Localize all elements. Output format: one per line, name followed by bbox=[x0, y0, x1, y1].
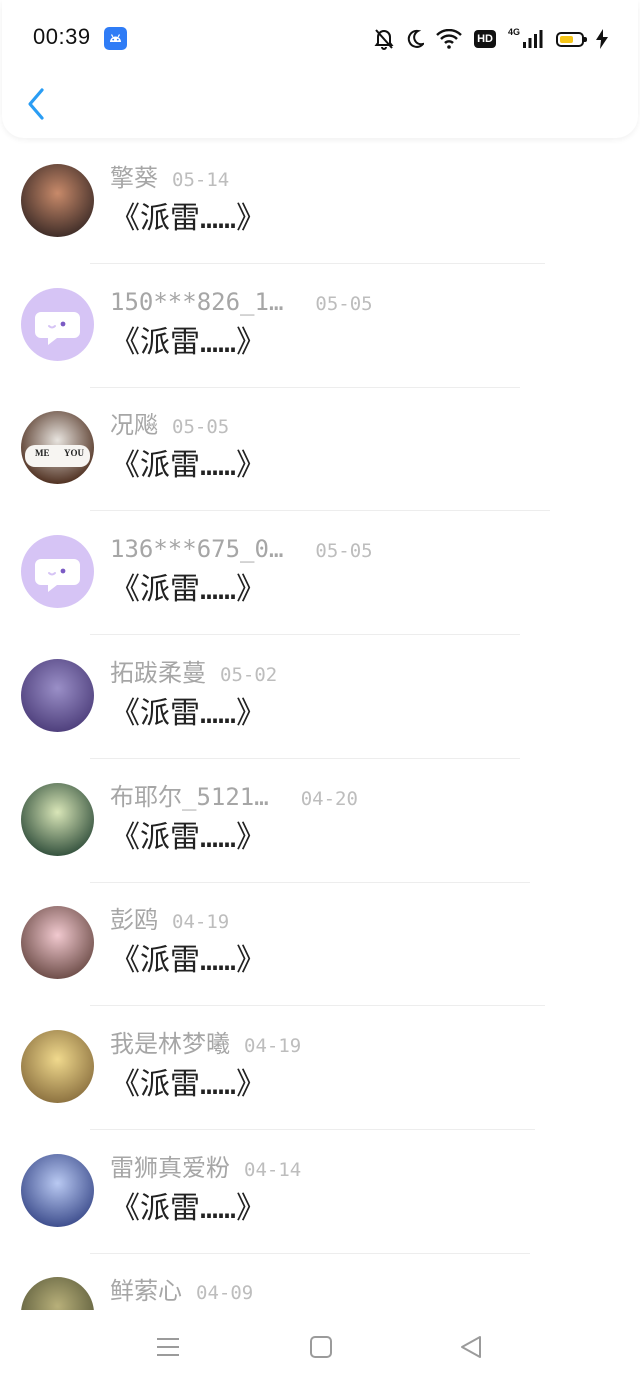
list-item[interactable]: 拓跋柔蔓 05-02 《派雷……》 bbox=[0, 652, 640, 776]
name-line: 况飚 05-05 bbox=[110, 410, 229, 440]
message-preview: 《派雷……》 bbox=[110, 695, 267, 731]
hd-icon: HD bbox=[474, 30, 496, 48]
avatar[interactable] bbox=[21, 1153, 94, 1227]
wifi-icon bbox=[436, 29, 462, 49]
divider bbox=[90, 1252, 530, 1254]
system-nav-bar bbox=[0, 1310, 640, 1387]
name-line: 彭鸥 04-19 bbox=[110, 905, 229, 935]
user-name[interactable]: 雷狮真爱粉 bbox=[110, 1154, 230, 1182]
list-item[interactable]: 鲜萦心 04-09 bbox=[0, 1270, 640, 1310]
avatar[interactable] bbox=[21, 1029, 94, 1103]
message-preview: 《派雷……》 bbox=[110, 201, 267, 236]
menu-icon bbox=[157, 1338, 179, 1356]
list-item[interactable]: 彭鸥 04-19 《派雷……》 bbox=[0, 899, 640, 1023]
divider bbox=[90, 510, 550, 512]
default-avatar-icon bbox=[35, 559, 80, 593]
message-date: 04-19 bbox=[172, 911, 230, 934]
battery-icon bbox=[556, 31, 587, 47]
mug-text-right: YOU bbox=[64, 448, 84, 459]
avatar[interactable] bbox=[21, 287, 94, 361]
system-back-button[interactable] bbox=[458, 1334, 484, 1364]
message-date: 04-20 bbox=[300, 787, 358, 810]
avatar[interactable] bbox=[21, 906, 94, 980]
avatar[interactable] bbox=[21, 782, 94, 856]
message-preview: 《派雷……》 bbox=[110, 448, 267, 484]
name-line: 136***675_0… 05-05 bbox=[110, 534, 373, 564]
message-preview: 《派雷……》 bbox=[110, 943, 267, 979]
divider bbox=[90, 881, 530, 883]
chevron-left-icon bbox=[28, 88, 44, 120]
user-name[interactable]: 我是林梦曦 bbox=[110, 1030, 230, 1058]
android-app-icon bbox=[104, 27, 127, 50]
name-line: 擎葵 05-14 bbox=[110, 163, 229, 193]
divider bbox=[90, 386, 520, 388]
home-square-icon bbox=[310, 1336, 332, 1358]
mute-bell-icon bbox=[374, 29, 394, 50]
divider bbox=[90, 757, 520, 759]
status-icons: HD 4G bbox=[374, 26, 608, 52]
name-line: 布耶尔_5121… 04-20 bbox=[110, 782, 358, 812]
user-name[interactable]: 150***826_1… bbox=[110, 288, 283, 316]
name-line: 雷狮真爱粉 04-14 bbox=[110, 1153, 301, 1183]
moon-icon bbox=[407, 29, 425, 48]
home-button[interactable] bbox=[308, 1334, 334, 1364]
message-preview: 《派雷……》 bbox=[110, 1190, 267, 1226]
message-date: 04-14 bbox=[244, 1158, 302, 1181]
list-item[interactable]: 擎葵 05-14 《派雷……》 bbox=[0, 157, 640, 281]
divider bbox=[90, 1005, 545, 1007]
avatar[interactable] bbox=[21, 1277, 94, 1310]
default-avatar-icon bbox=[35, 311, 80, 345]
list-item[interactable]: 我是林梦曦 04-19 《派雷……》 bbox=[0, 1023, 640, 1147]
list-item[interactable]: ME YOU 况飚 05-05 《派雷……》 bbox=[0, 404, 640, 528]
divider bbox=[90, 1128, 535, 1130]
menu-button[interactable] bbox=[155, 1334, 181, 1364]
list-item[interactable]: 136***675_0… 05-05 《派雷……》 bbox=[0, 528, 640, 652]
name-line: 鲜萦心 04-09 bbox=[110, 1276, 253, 1306]
message-preview: 《派雷……》 bbox=[110, 819, 267, 855]
user-name[interactable]: 拓跋柔蔓 bbox=[110, 659, 206, 687]
user-name[interactable]: 136***675_0… bbox=[110, 535, 283, 563]
divider bbox=[90, 263, 545, 264]
screen: 00:39 HD 4G 擎葵 05-14 《派雷……》 150***826_1…… bbox=[0, 0, 640, 1387]
avatar[interactable]: ME YOU bbox=[21, 411, 94, 485]
user-name[interactable]: 况飚 bbox=[110, 411, 158, 439]
mug-text-left: ME bbox=[35, 448, 50, 459]
list-item[interactable]: 150***826_1… 05-05 《派雷……》 bbox=[0, 281, 640, 405]
message-date: 05-02 bbox=[220, 663, 278, 686]
message-date: 05-05 bbox=[315, 292, 373, 315]
message-date: 04-19 bbox=[244, 1034, 302, 1057]
name-line: 拓跋柔蔓 05-02 bbox=[110, 658, 277, 688]
name-line: 150***826_1… 05-05 bbox=[110, 287, 373, 317]
avatar[interactable] bbox=[21, 164, 94, 237]
list-item[interactable]: 雷狮真爱粉 04-14 《派雷……》 bbox=[0, 1147, 640, 1271]
network-label: 4G bbox=[507, 27, 520, 37]
conversation-list: 擎葵 05-14 《派雷……》 150***826_1… 05-05 《派雷……》 ME YO… bbox=[0, 140, 640, 1310]
back-button[interactable] bbox=[22, 84, 54, 124]
header: 00:39 HD 4G bbox=[2, 0, 638, 138]
user-name[interactable]: 擎葵 bbox=[110, 164, 158, 192]
user-name[interactable]: 鲜萦心 bbox=[110, 1277, 182, 1305]
user-name[interactable]: 布耶尔_5121… bbox=[110, 783, 269, 811]
message-date: 05-14 bbox=[172, 169, 230, 191]
status-time: 00:39 bbox=[33, 24, 91, 49]
back-triangle-icon bbox=[461, 1336, 481, 1358]
user-name[interactable]: 彭鸥 bbox=[110, 906, 158, 934]
message-date: 04-09 bbox=[196, 1282, 254, 1305]
name-line: 我是林梦曦 04-19 bbox=[110, 1029, 301, 1059]
signal-icon bbox=[523, 30, 543, 48]
list-item[interactable]: 布耶尔_5121… 04-20 《派雷……》 bbox=[0, 776, 640, 900]
message-preview: 《派雷……》 bbox=[110, 572, 267, 608]
message-preview: 《派雷……》 bbox=[110, 324, 267, 360]
battery-level bbox=[560, 35, 573, 43]
message-date: 05-05 bbox=[172, 416, 230, 439]
avatar[interactable] bbox=[21, 535, 94, 609]
charging-icon bbox=[596, 29, 608, 49]
message-date: 05-05 bbox=[315, 540, 373, 563]
message-preview: 《派雷……》 bbox=[110, 1066, 267, 1102]
divider bbox=[90, 634, 520, 636]
avatar[interactable] bbox=[21, 658, 94, 732]
